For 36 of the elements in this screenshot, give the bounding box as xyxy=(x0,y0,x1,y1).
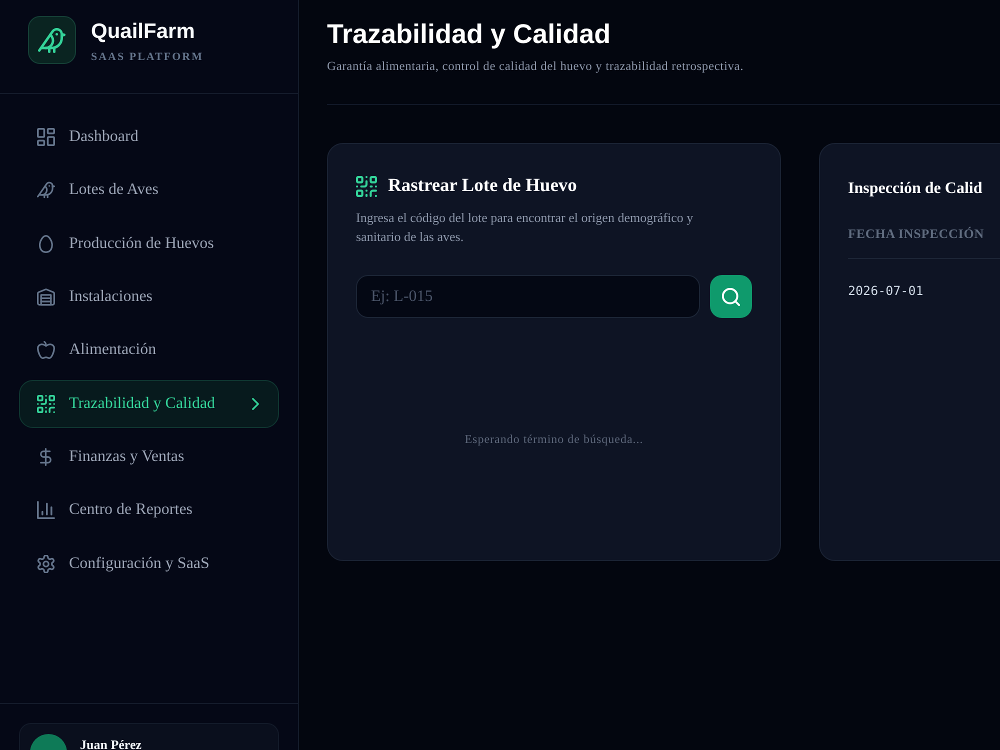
page-title: Trazabilidad y Calidad xyxy=(327,18,612,51)
brand-tagline: SAAS PLATFORM xyxy=(91,50,204,64)
dashboard-grid-icon xyxy=(37,128,55,146)
table-cell-text: 2026-07-01 xyxy=(848,283,924,299)
bird-logo-icon xyxy=(28,16,76,64)
card-title: Rastrear Lote de Huevo xyxy=(388,175,577,198)
chevron-right-icon xyxy=(252,398,259,410)
brand-name: QuailFarm xyxy=(91,19,196,45)
nav-item[interactable]: Alimentación xyxy=(19,326,279,374)
bar-chart-icon xyxy=(37,501,55,520)
page-subtitle: Garantía alimentaria, control de calidad del huevo y trazabilidad retrospectiva. xyxy=(327,58,745,74)
search-icon xyxy=(722,288,740,306)
nav-item[interactable]: Instalaciones xyxy=(19,272,279,321)
nav-item[interactable]: Trazabilidad y Calidad xyxy=(19,380,279,428)
user-name: Juan Pérez xyxy=(80,737,142,750)
qr-code-icon xyxy=(37,394,55,413)
qr-code-icon xyxy=(356,176,377,196)
settings-icon xyxy=(37,554,55,573)
warehouse-icon xyxy=(37,288,55,306)
apple-icon xyxy=(37,341,55,360)
card-description: Ingresa el código del lote para encontrar el origen demográfico y sanitario de las aves. xyxy=(356,209,694,246)
card-title: Inspección de Calid xyxy=(848,179,984,199)
dollar-icon xyxy=(40,448,52,466)
search-button[interactable] xyxy=(710,275,752,318)
nav-item[interactable]: Centro de Reportes xyxy=(19,486,279,534)
egg-icon xyxy=(39,234,53,253)
search-field[interactable]: Ej: L-015 xyxy=(356,275,700,318)
nav-item[interactable]: Producción de Huevos xyxy=(19,220,279,268)
user-card[interactable]: Juan Pérez xyxy=(19,723,279,750)
nav-item[interactable]: Finanzas y Ventas xyxy=(19,432,279,481)
column-header: FECHA INSPECCIÓN xyxy=(848,226,986,242)
nav-item[interactable]: Dashboard xyxy=(19,113,279,161)
nav-item[interactable]: Configuración y SaaS xyxy=(19,540,279,588)
bird-icon xyxy=(37,181,55,200)
empty-state-message: Esperando término de búsqueda... xyxy=(464,431,644,447)
nav-item[interactable]: Lotes de Aves xyxy=(19,166,279,214)
